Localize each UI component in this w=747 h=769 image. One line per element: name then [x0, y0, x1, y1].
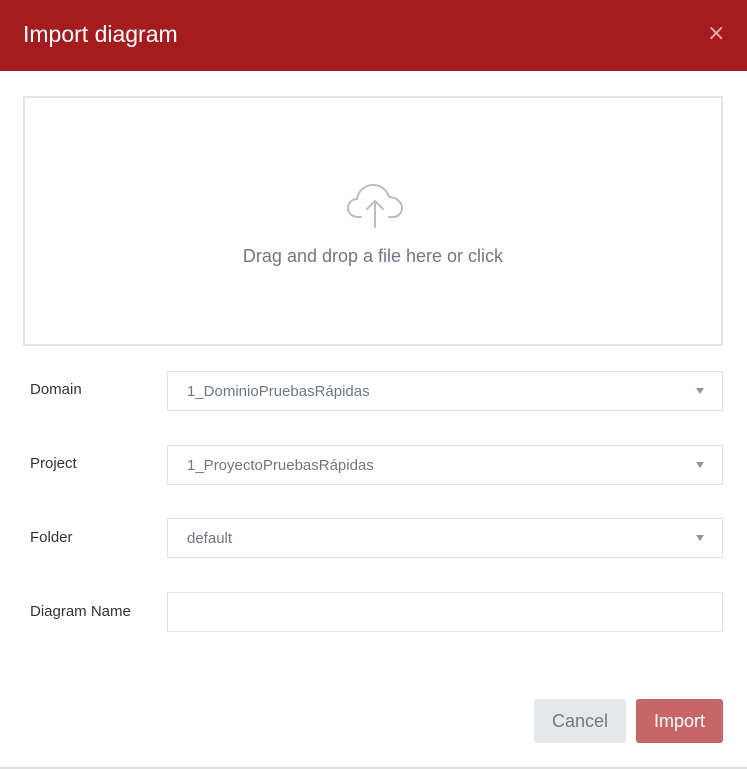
folder-select-value: default [187, 530, 233, 547]
domain-select-value: 1_DominioPruebasRápidas [187, 383, 370, 400]
close-icon[interactable]: × [707, 23, 725, 45]
dropzone-text: Drag and drop a file here or click [242, 246, 504, 266]
folder-select[interactable]: default [167, 518, 723, 558]
chevron-down-icon [696, 388, 704, 394]
cancel-button[interactable]: Cancel [534, 699, 626, 743]
project-select-value: 1_ProyectoPruebasRápidas [187, 457, 374, 474]
import-diagram-dialog: Import diagram × Drag and drop a file he… [0, 0, 747, 769]
diagram-name-input[interactable] [167, 592, 723, 632]
folder-label: Folder [30, 529, 73, 546]
dialog-title: Import diagram [23, 21, 178, 47]
diagram-name-label: Diagram Name [30, 603, 131, 620]
cloud-upload-icon [347, 184, 403, 228]
file-dropzone[interactable]: Drag and drop a file here or click [23, 96, 723, 346]
dialog-header: Import diagram × [0, 0, 747, 71]
project-select[interactable]: 1_ProyectoPruebasRápidas [167, 445, 723, 485]
chevron-down-icon [696, 535, 704, 541]
domain-select[interactable]: 1_DominioPruebasRápidas [167, 371, 723, 411]
project-label: Project [30, 455, 77, 472]
import-button[interactable]: Import [636, 699, 723, 743]
domain-label: Domain [30, 381, 82, 398]
chevron-down-icon [696, 462, 704, 468]
